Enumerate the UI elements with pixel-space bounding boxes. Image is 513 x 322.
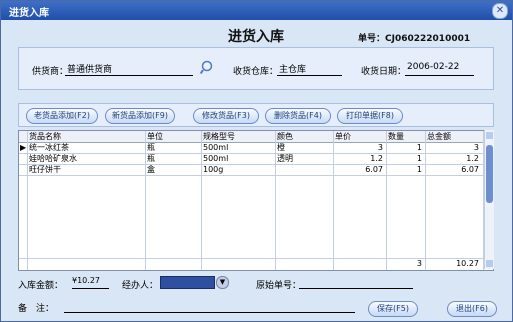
table-header-price: 单价 [335,132,351,141]
scroll-thumb[interactable] [486,145,493,203]
date-label: 收货日期： [361,67,407,77]
table-row-name[interactable]: 娃哈哈矿泉水 [29,153,77,164]
page-title: 进货入库 [228,29,284,45]
table-row-qty[interactable]: 1 [388,153,422,164]
table-row-spec[interactable]: 100g [203,164,223,175]
table-header-total: 总金额 [427,132,451,141]
table-row-price[interactable]: 6.07 [335,164,383,175]
table-row-total[interactable]: 6.07 [427,164,479,175]
table-footer-qty: 3 [416,259,422,268]
remark-field[interactable] [64,300,355,313]
scroll-down-icon[interactable] [486,260,493,267]
scroll-up-icon[interactable] [486,132,493,139]
amount-value: ¥10.27 [72,276,109,289]
handler-label: 经办人： [122,281,159,291]
handler-dropdown-icon[interactable]: ▼ [216,276,229,289]
table-row-unit[interactable]: 瓶 [147,153,155,164]
delete-item-button[interactable]: 删除货品(F4) [265,108,331,124]
table-row-unit[interactable]: 瓶 [147,142,155,153]
table-header-unit: 单位 [147,132,163,141]
exit-button[interactable]: 退出(F6) [447,301,497,317]
doc-number-value: CJ060222010001 [385,34,471,44]
table-header-spec: 规格型号 [203,132,235,141]
table-row-name[interactable]: 统一冰红茶 [29,142,69,153]
table-row-price[interactable]: 1.2 [335,153,383,164]
table-header-color: 颜色 [277,132,293,141]
table-footer-total: 10.27 [456,259,479,268]
items-table: 货品名称 单位 规格型号 颜色 单价 数量 总金额 ▶ 统一冰红茶 瓶 500m… [18,130,494,271]
close-icon[interactable]: ✕ [492,3,508,19]
table-row-qty[interactable]: 1 [388,142,422,153]
add-new-item-button[interactable]: 新货品添加(F9) [105,108,175,124]
save-button[interactable]: 保存(F5) [368,301,418,317]
print-button[interactable]: 打印单据(F8) [337,108,403,124]
table-row-color[interactable]: 橙 [277,142,285,153]
warehouse-label: 收货仓库： [233,67,279,77]
search-icon[interactable] [200,60,216,76]
table-row-spec[interactable]: 500ml [203,142,228,153]
table-row-spec[interactable]: 500ml [203,153,228,164]
doc-number-label: 单号： [358,34,386,44]
supplier-label: 供货商： [32,67,69,77]
current-row-pointer-icon: ▶ [20,143,26,152]
add-old-item-button[interactable]: 老货品添加(F2) [26,108,98,124]
table-scrollbar[interactable] [484,130,494,269]
table-row-qty[interactable]: 1 [388,164,422,175]
date-field[interactable]: 2006-02-22 [405,62,474,76]
table-header-name: 货品名称 [29,132,61,141]
window-title: 进货入库 [9,8,49,19]
purchase-window: 进货入库 ✕ 进货入库 单号：CJ060222010001 供货商： 普通供货商… [0,0,513,322]
edit-item-button[interactable]: 修改货品(F3) [193,108,259,124]
doc-number: 单号：CJ060222010001 [358,31,470,44]
table-row-total[interactable]: 1.2 [427,153,479,164]
amount-label: 入库金额： [18,281,64,291]
table-row-color[interactable]: 透明 [277,153,293,164]
remark-label: 备 注： [18,304,55,314]
table-row-name[interactable]: 旺仔饼干 [29,164,61,175]
table-row-price[interactable]: 3 [335,142,383,153]
title-bar: 进货入库 ✕ [1,1,512,20]
original-no-field[interactable] [299,276,413,289]
table-header-qty: 数量 [388,132,404,141]
original-no-label: 原始单号： [256,281,302,291]
warehouse-field[interactable]: 主仓库 [277,62,342,76]
table-row-unit[interactable]: 盒 [147,164,155,175]
supplier-field[interactable]: 普通供货商 [65,62,193,76]
table-row-total[interactable]: 3 [427,142,479,153]
handler-select[interactable] [160,276,215,289]
